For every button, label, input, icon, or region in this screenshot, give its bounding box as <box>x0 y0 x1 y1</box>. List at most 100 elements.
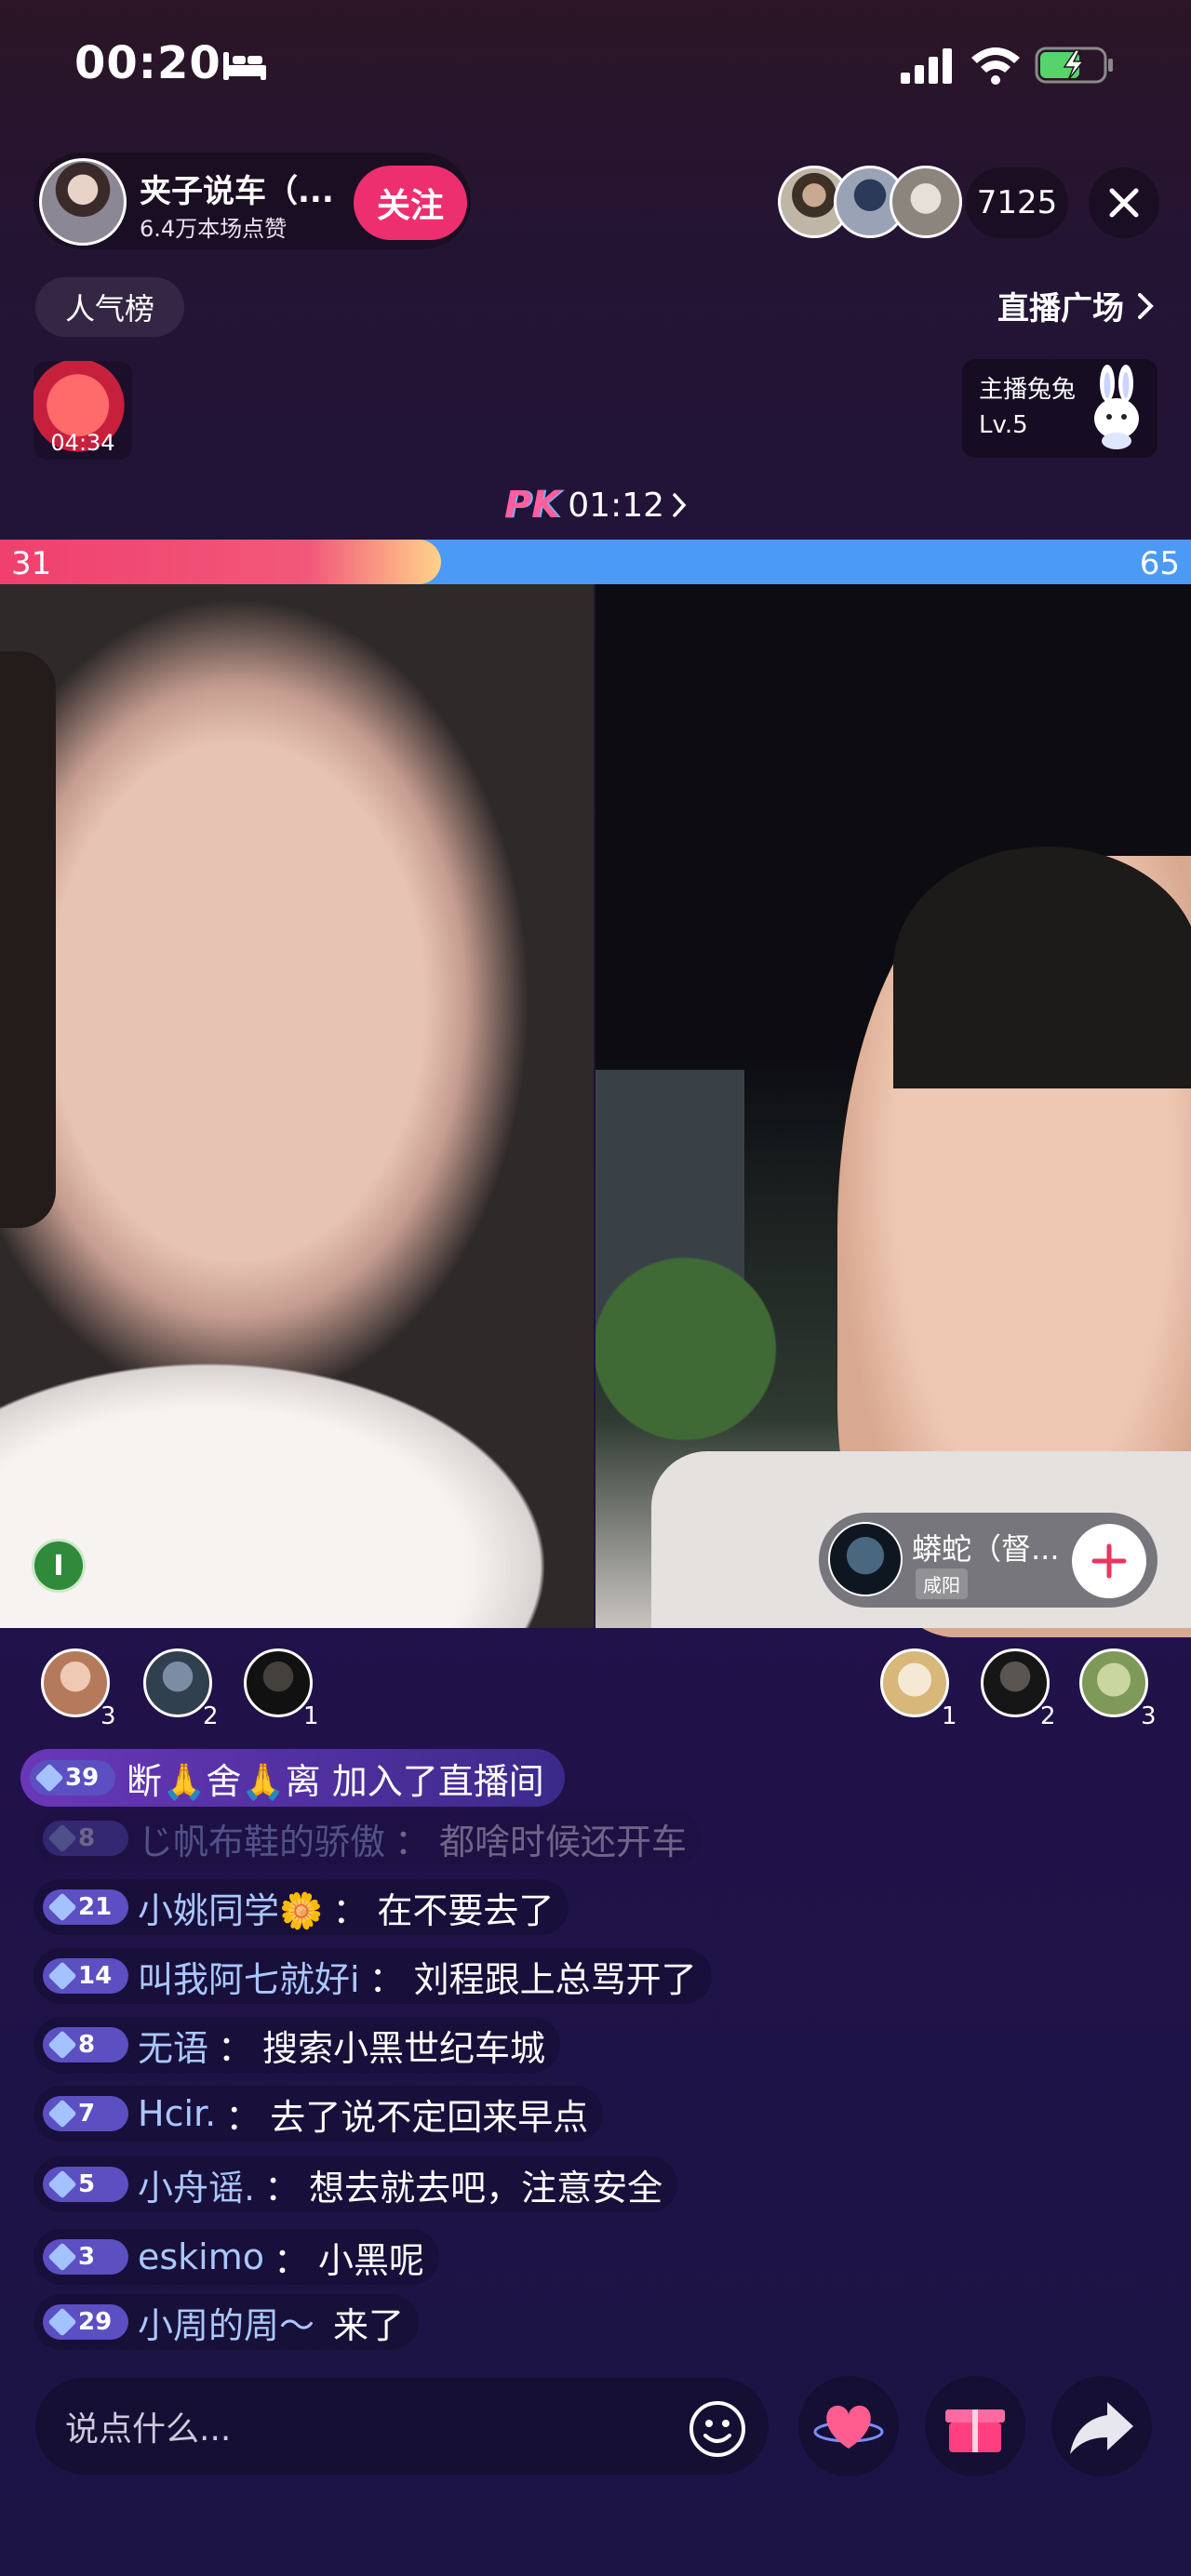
user-level-badge: 14 <box>43 1958 128 1994</box>
bunny-icon <box>1094 365 1139 449</box>
chat-text: 搜索小黑世纪车城 <box>262 2027 546 2069</box>
live-plaza-label: 直播广场 <box>997 290 1124 327</box>
lucky-bag-timer: 04:34 <box>50 430 115 456</box>
opponent-city: 咸阳 <box>916 1568 968 1599</box>
host-avatar[interactable] <box>39 158 127 246</box>
chat-text: 去了说不定回来早点 <box>270 2096 589 2138</box>
user-level-badge: 21 <box>43 1889 128 1925</box>
chat-message[interactable]: 21 小姚同学🌼： 在不要去了 <box>33 1879 569 1935</box>
contributor-rank: 3 <box>100 1702 116 1730</box>
viewer-count[interactable]: 7125 <box>966 167 1068 238</box>
opponent-video-detail <box>893 847 1191 1088</box>
chat-separator: ： <box>274 2239 310 2281</box>
chevron-right-icon <box>1138 292 1154 319</box>
host-video-detail <box>0 1219 594 1628</box>
chat-text: 刘程跟上总骂开了 <box>413 1958 697 2000</box>
chat-separator: ： <box>395 1821 431 1862</box>
follow-button[interactable]: 关注 <box>354 166 467 240</box>
top-contributor-avatar[interactable] <box>41 1648 110 1717</box>
contributor-rank: 1 <box>303 1702 319 1730</box>
user-level-badge: 3 <box>43 2239 128 2275</box>
top-contributor-avatar[interactable] <box>880 1648 949 1717</box>
anchor-level-value: Lv.5 <box>979 411 1028 439</box>
battery-charging-icon <box>1035 47 1113 84</box>
contributor-rank: 3 <box>1141 1702 1157 1730</box>
anchor-level-title: 主播兔兔 <box>979 376 1077 404</box>
pk-logo: PK <box>503 484 561 527</box>
user-level-badge: 8 <box>43 1821 128 1856</box>
user-level-badge: 29 <box>43 2304 128 2340</box>
chat-message[interactable]: 7 Hcir.： 去了说不定回来早点 <box>33 2086 604 2142</box>
join-text: 断🙏舍🙏离 加入了直播间 <box>127 1760 544 1802</box>
emoji-icon[interactable] <box>687 2398 748 2460</box>
pk-score-bar-left-fill <box>0 540 441 584</box>
mic-status-icon: I <box>32 1539 86 1593</box>
chat-separator: ： <box>264 2167 301 2209</box>
chat-text: 在不要去了 <box>377 1889 555 1931</box>
like-button[interactable] <box>798 2376 899 2476</box>
chat-message[interactable]: 3 eskimo： 小黑呢 <box>33 2229 440 2285</box>
contributor-rank: 2 <box>1040 1702 1056 1730</box>
gem-icon <box>47 2099 77 2129</box>
gem-icon <box>47 2030 77 2060</box>
opponent-name[interactable]: 蟒蛇（督... <box>912 1526 1060 1568</box>
top-contributor-avatar[interactable] <box>1079 1648 1148 1717</box>
chat-text: 来了 <box>333 2304 405 2346</box>
user-level-badge: 7 <box>43 2096 128 2131</box>
host-name[interactable]: 夹子说车（... <box>140 166 334 211</box>
chat-separator: ： <box>218 2027 254 2069</box>
share-icon <box>1070 2402 1133 2454</box>
chat-username[interactable]: 小周的周～ <box>138 2297 314 2348</box>
opponent-follow-button[interactable] <box>1072 1524 1146 1598</box>
join-notification: 39 断🙏舍🙏离 加入了直播间 <box>20 1749 565 1807</box>
opponent-avatar[interactable] <box>828 1522 903 1596</box>
live-plaza-link[interactable]: 直播广场 <box>997 283 1154 328</box>
chat-message[interactable]: 8 无语： 搜索小黑世纪车城 <box>33 2017 561 2073</box>
user-level-badge: 8 <box>43 2027 128 2062</box>
share-button[interactable] <box>1051 2376 1152 2476</box>
chat-separator: ： <box>225 2096 261 2138</box>
gift-button[interactable] <box>925 2376 1025 2476</box>
gem-icon <box>34 1763 64 1793</box>
chat-username[interactable]: 小姚同学🌼 <box>138 1882 323 1933</box>
gem-icon <box>47 1961 77 1991</box>
close-button[interactable] <box>1089 167 1159 238</box>
pk-timer: 01:12 <box>568 486 665 525</box>
heart-icon <box>813 2405 884 2449</box>
user-level-badge: 39 <box>30 1760 115 1795</box>
chat-username[interactable]: Hcir. <box>138 2093 216 2134</box>
chat-text: 都啥时候还开车 <box>439 1821 688 1862</box>
top-contributor-avatar[interactable] <box>981 1648 1050 1717</box>
chat-username[interactable]: 无语 <box>138 2020 208 2071</box>
gem-icon <box>47 2242 77 2272</box>
host-likes: 6.4万本场点赞 <box>140 216 288 242</box>
plus-icon <box>1091 1543 1127 1579</box>
top-contributor-avatar[interactable] <box>143 1648 212 1717</box>
gem-icon <box>47 1823 77 1853</box>
chat-message[interactable]: 29 小周的周～ 来了 <box>33 2294 420 2350</box>
contributor-rank: 2 <box>203 1702 219 1730</box>
chat-message[interactable]: 14 叫我阿七就好i： 刘程跟上总骂开了 <box>33 1948 712 2004</box>
pk-score-bar <box>0 540 1191 584</box>
gift-icon <box>945 2409 1005 2452</box>
comment-input[interactable]: 说点什么... <box>35 2378 769 2475</box>
close-icon <box>1109 188 1139 218</box>
chat-username[interactable]: 小舟谣. <box>138 2159 255 2210</box>
chat-separator: ： <box>332 1889 368 1931</box>
chat-message[interactable]: 8 じ帆布鞋的骄傲： 都啥时候还开车 <box>33 1812 703 1864</box>
pk-timer-link[interactable]: PK 01:12 <box>0 484 1191 527</box>
chat-username[interactable]: 叫我阿七就好i <box>138 1951 360 2002</box>
top-contributor-avatar[interactable] <box>244 1648 313 1717</box>
wifi-icon <box>971 47 1020 85</box>
gem-icon <box>47 2307 77 2337</box>
chat-username[interactable]: eskimo <box>138 2236 264 2277</box>
chat-text: 小黑呢 <box>318 2239 425 2281</box>
chat-username[interactable]: じ帆布鞋的骄傲 <box>138 1813 385 1864</box>
viewer-avatar[interactable] <box>890 166 962 238</box>
popularity-rank-button[interactable]: 人气榜 <box>35 277 184 337</box>
cellular-signal-icon <box>901 48 952 84</box>
host-video-detail <box>0 651 56 1228</box>
chat-message[interactable]: 5 小舟谣.： 想去就去吧，注意安全 <box>33 2156 678 2212</box>
gem-icon <box>47 1892 77 1922</box>
user-level-badge: 5 <box>43 2167 128 2202</box>
